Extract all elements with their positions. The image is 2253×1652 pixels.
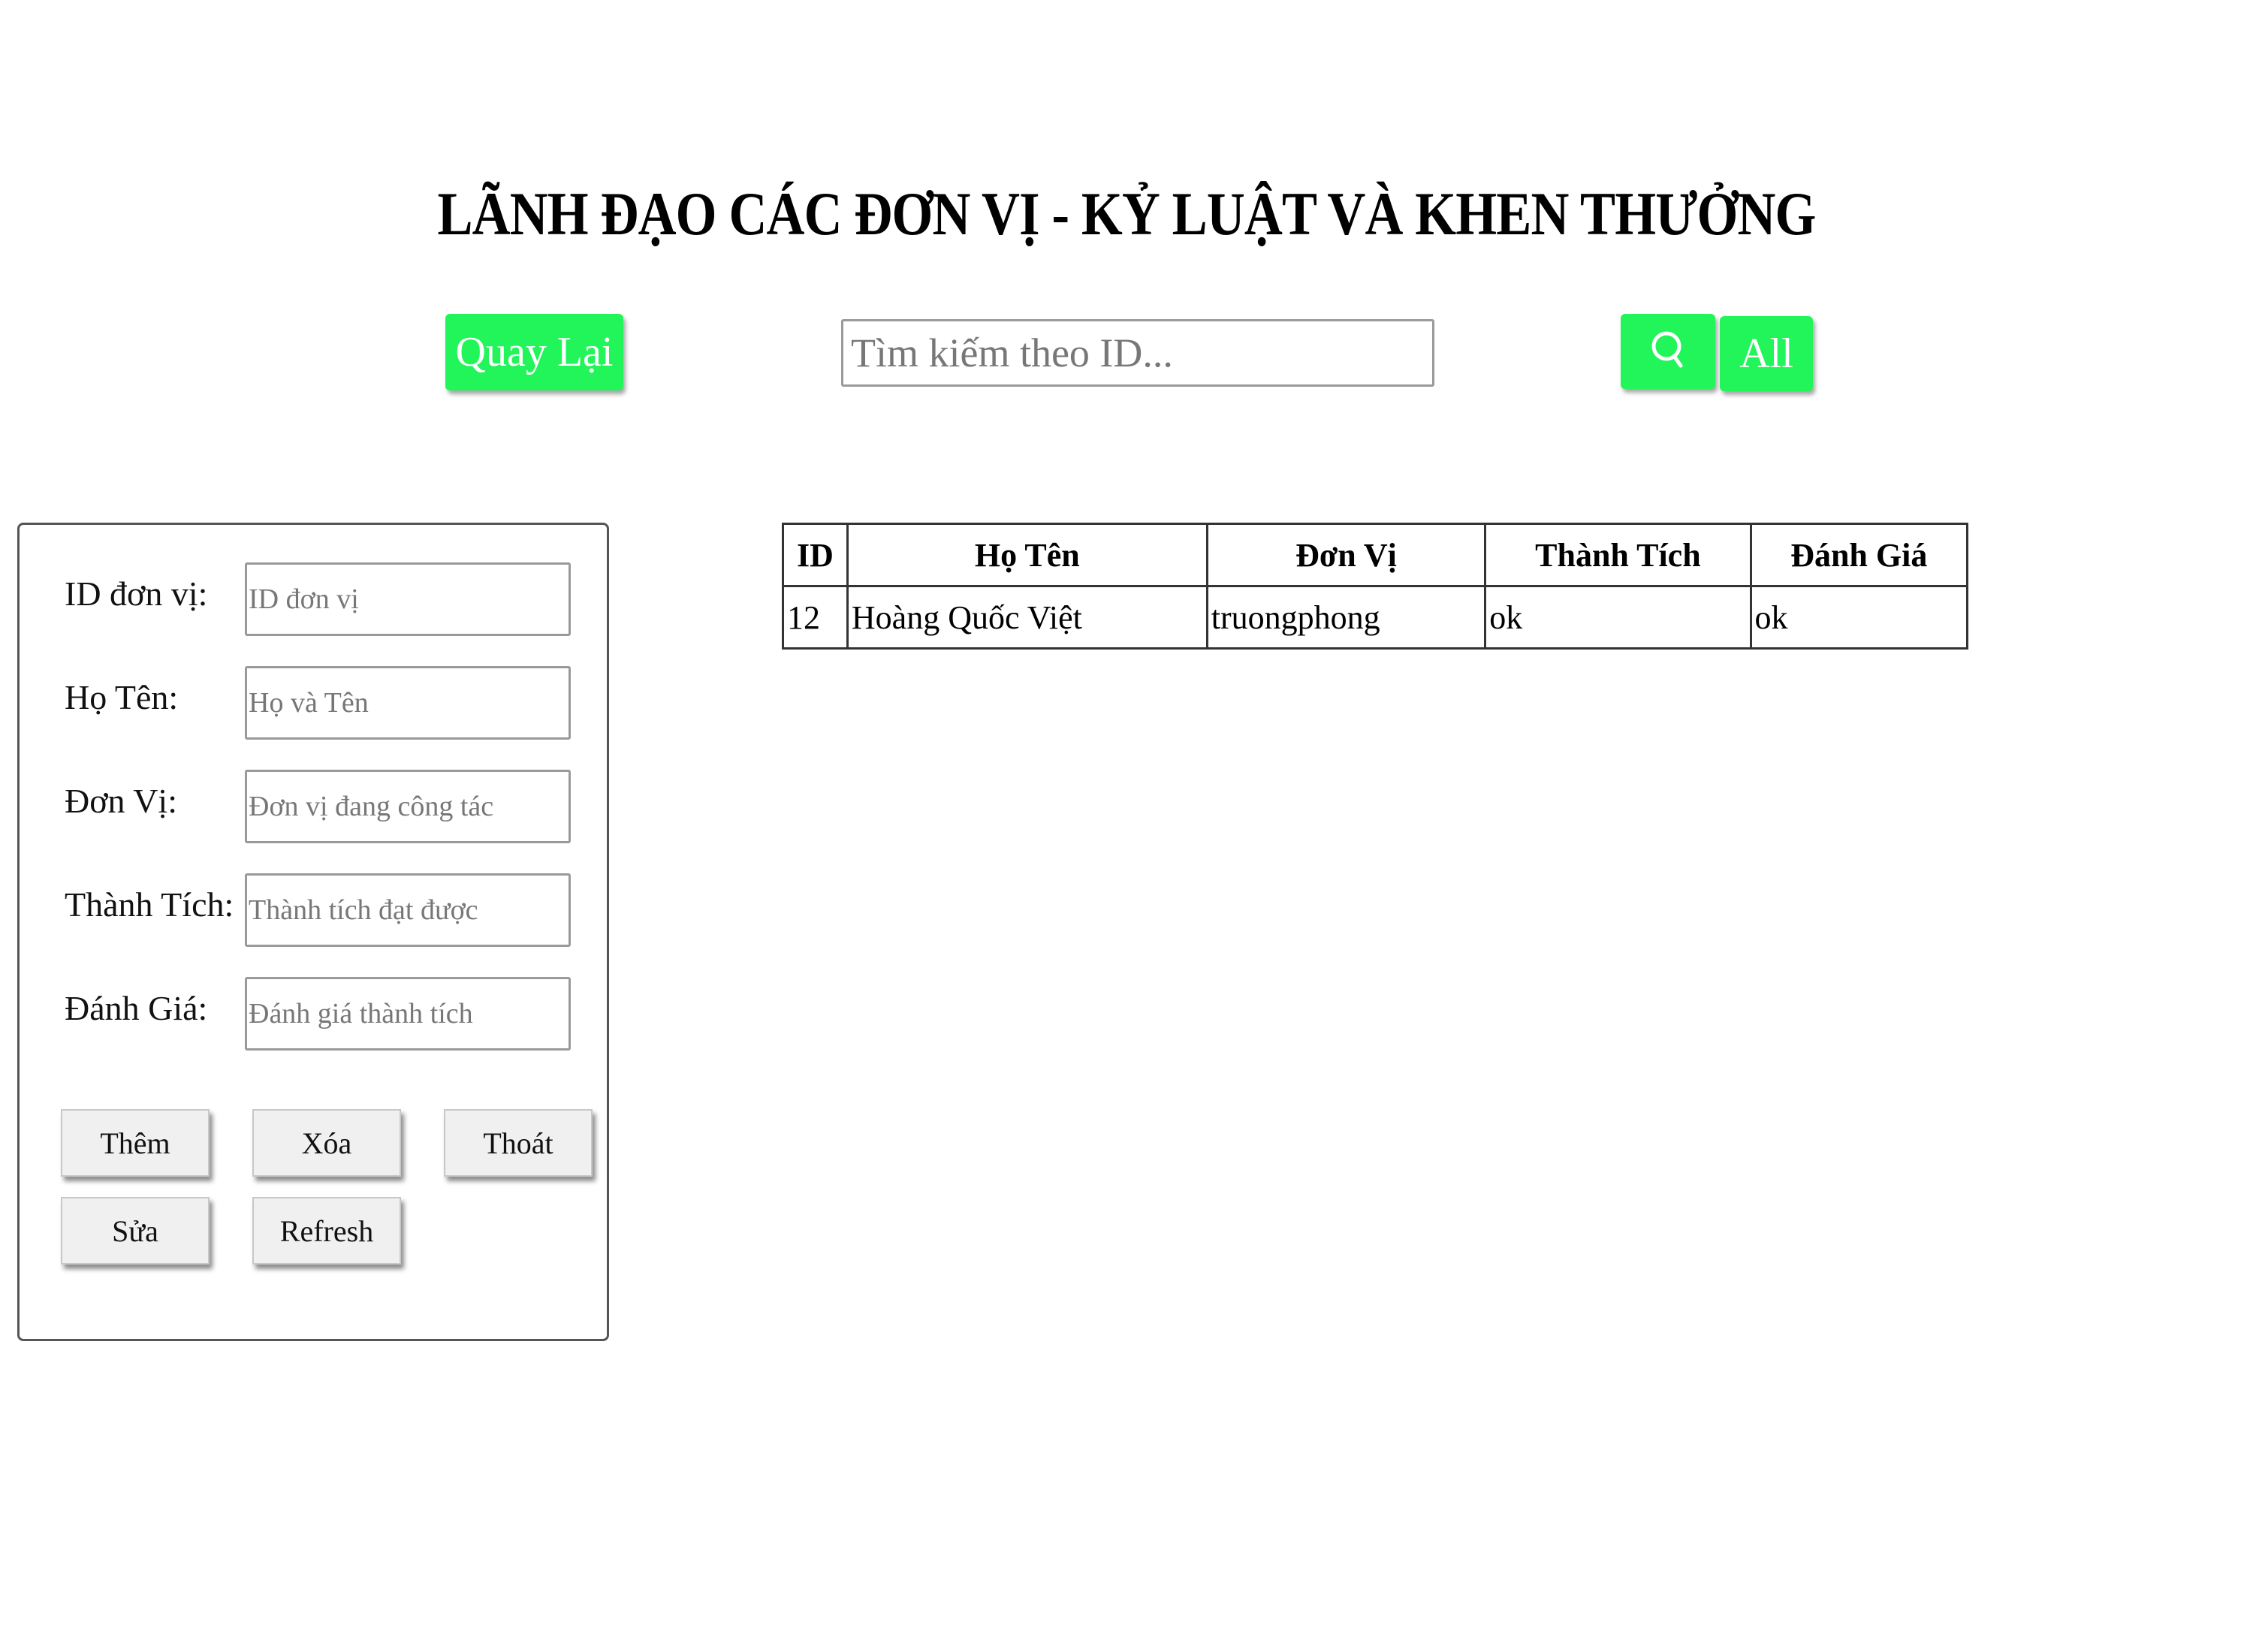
table-row[interactable]: 12 Hoàng Quốc Việt truongphong ok ok xyxy=(782,585,1969,650)
cell-name[interactable]: Hoàng Quốc Việt xyxy=(846,585,1208,650)
column-header-achievement: Thành Tích xyxy=(1484,523,1752,587)
rating-field[interactable] xyxy=(245,977,571,1051)
cell-id[interactable]: 12 xyxy=(782,585,849,650)
unit-field[interactable] xyxy=(245,770,571,843)
exit-button[interactable]: Thoát xyxy=(444,1109,593,1177)
edit-button[interactable]: Sửa xyxy=(61,1197,210,1265)
unit-label: Đơn Vị: xyxy=(65,782,177,820)
delete-button[interactable]: Xóa xyxy=(252,1109,401,1177)
column-header-unit: Đơn Vị xyxy=(1205,523,1487,587)
refresh-button[interactable]: Refresh xyxy=(252,1197,401,1265)
search-button[interactable] xyxy=(1621,314,1715,389)
page-title: LÃNH ĐẠO CÁC ĐƠN VỊ - KỶ LUẬT VÀ KHEN TH… xyxy=(437,179,1816,248)
cell-achievement[interactable]: ok xyxy=(1484,585,1752,650)
cell-rating[interactable]: ok xyxy=(1749,585,1969,650)
table-header-row: ID Họ Tên Đơn Vị Thành Tích Đánh Giá xyxy=(782,523,1969,587)
id-label: ID đơn vị: xyxy=(65,574,208,613)
search-input[interactable] xyxy=(841,319,1434,387)
leaders-table: ID Họ Tên Đơn Vị Thành Tích Đánh Giá 12 … xyxy=(782,523,1969,650)
achievement-label: Thành Tích: xyxy=(65,885,234,924)
cell-unit[interactable]: truongphong xyxy=(1205,585,1487,650)
search-icon xyxy=(1648,328,1688,375)
rating-label: Đánh Giá: xyxy=(65,989,208,1027)
column-header-id: ID xyxy=(782,523,849,587)
show-all-button[interactable]: All xyxy=(1720,316,1813,391)
achievement-field[interactable] xyxy=(245,873,571,947)
edit-form-panel: ID đơn vị: Họ Tên: Đơn Vị: Thành Tích: Đ… xyxy=(17,523,609,1341)
column-header-rating: Đánh Giá xyxy=(1749,523,1969,587)
name-field[interactable] xyxy=(245,666,571,740)
name-label: Họ Tên: xyxy=(65,678,179,716)
add-button[interactable]: Thêm xyxy=(61,1109,210,1177)
back-button[interactable]: Quay Lại xyxy=(445,314,623,390)
column-header-name: Họ Tên xyxy=(846,523,1208,587)
id-field[interactable] xyxy=(245,562,571,636)
